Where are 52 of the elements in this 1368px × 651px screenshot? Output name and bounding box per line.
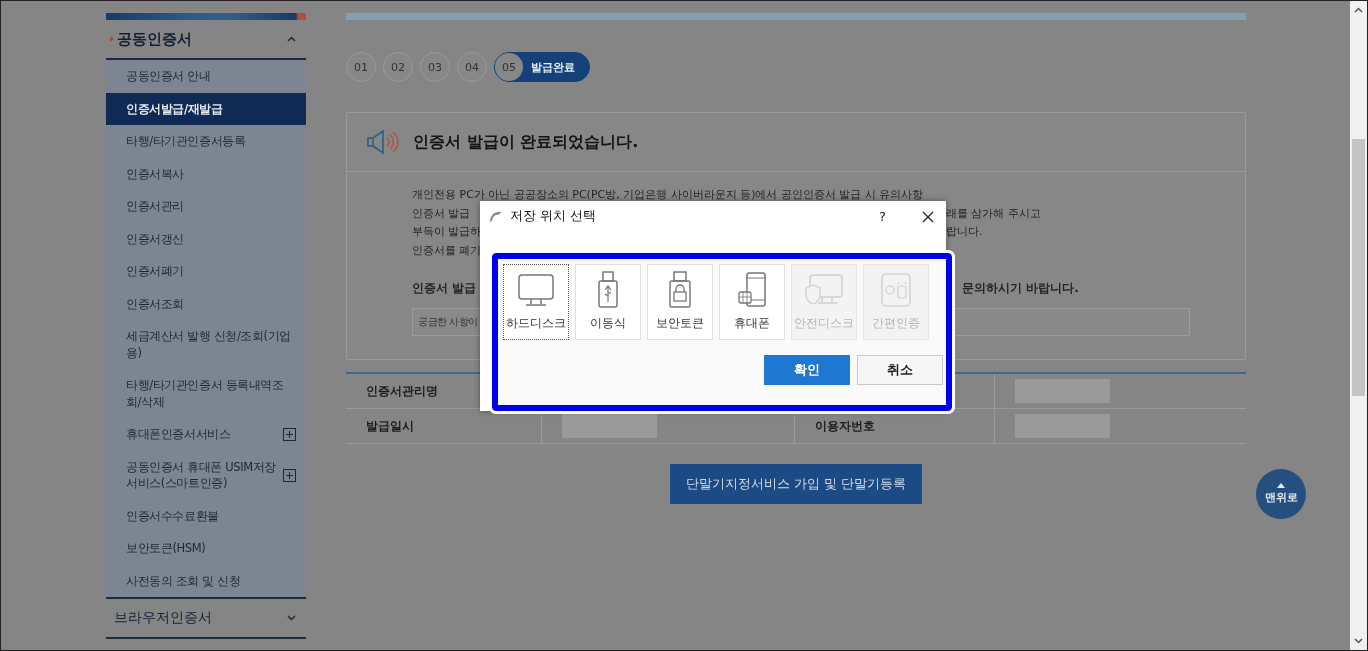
inquiry-text: 인증서 발급 xyxy=(412,280,478,297)
table-label: 발급일시 xyxy=(366,417,414,435)
step-indicator: 04 xyxy=(457,52,487,82)
storage-option[interactable]: 이동식 xyxy=(575,264,641,340)
step-indicator: 02 xyxy=(383,52,413,82)
sidebar-item[interactable]: 세금계산서 발행 신청/조회(기업용) xyxy=(106,320,306,369)
notice-text: 인증서를 폐기 xyxy=(412,242,482,259)
sidebar-item[interactable]: 보안토큰(HSM) xyxy=(106,532,306,565)
step-indicator: 03 xyxy=(420,52,450,82)
sidebar-item[interactable]: 인증서수수료환불 xyxy=(106,499,306,532)
section-title: 공동인증서 xyxy=(117,29,192,49)
inquiry-text: 문의하시기 바랍니다. xyxy=(962,280,1080,297)
sidebar-item[interactable]: 공동인증서 안내 xyxy=(106,60,306,93)
storage-option[interactable]: 휴대폰 xyxy=(719,264,785,340)
sidebar-item[interactable]: 공동인증서 휴대폰 USIM저장서비스(스마트인증) xyxy=(106,450,306,500)
notice-title: 인증서 발급이 완료되었습니다. xyxy=(413,131,639,153)
close-icon[interactable] xyxy=(922,210,934,223)
back-to-top-button[interactable]: 맨위로 xyxy=(1256,469,1306,519)
dialog-title: 저장 위치 선택 xyxy=(510,208,597,225)
notice-text: 래를 삼가해 주시고 xyxy=(946,205,1042,222)
sidebar-item[interactable]: 휴대폰인증서서비스 xyxy=(106,418,306,451)
arrow-up-icon xyxy=(1277,483,1285,488)
sidebar-item[interactable]: 타행/타기관인증서등록 xyxy=(106,125,306,158)
sidebar-item[interactable]: 인증서복사 xyxy=(106,157,306,190)
sidebar-item[interactable]: 인증서갱신 xyxy=(106,222,306,255)
sidebar-item[interactable]: 사전동의 조회 및 신청 xyxy=(106,564,306,597)
bullet-icon xyxy=(110,36,114,42)
table-label: 이용자번호 xyxy=(815,417,875,435)
sidebar-item[interactable]: 인증서관리 xyxy=(106,190,306,223)
notice-text: 인증서 발급 xyxy=(412,205,472,222)
step-caption: 발급완료 xyxy=(531,59,575,75)
table-label: 인증서관리명 xyxy=(366,382,438,400)
notice-text: 부득이 발급하 xyxy=(412,224,482,240)
help-button[interactable]: ? xyxy=(879,209,886,224)
scroll-up-icon[interactable] xyxy=(1354,7,1363,13)
notice-text: 개인전용 PC가 아닌 공공장소의 PC(PC방, 기업은행 사이버라운지 등)에서 공인인증서 발급 시 유의사항 xyxy=(412,187,925,203)
step-number: 05 xyxy=(495,53,523,81)
sidebar-item[interactable]: 타행/타기관인증서 등록내역조회/삭제 xyxy=(106,369,306,418)
step-indicator: 01 xyxy=(346,52,376,82)
sidebar-item[interactable]: 인증서조회 xyxy=(106,287,306,320)
scroll-down-icon[interactable] xyxy=(1354,638,1363,644)
sidebar-item[interactable]: 인증서발급/재발급 xyxy=(106,92,306,125)
storage-option[interactable]: 보안토큰 xyxy=(647,264,713,340)
speaker-icon xyxy=(367,129,401,155)
register-device-button[interactable]: 단말기지정서비스 가입 및 단말기등록 xyxy=(669,464,923,504)
scrollbar[interactable] xyxy=(1350,1,1367,650)
section-header[interactable]: 브라우저인증서 xyxy=(106,597,306,639)
confirm-button[interactable]: 확인 xyxy=(764,355,850,385)
cancel-button[interactable]: 취소 xyxy=(857,355,943,385)
sidebar-item[interactable]: 인증서폐기 xyxy=(106,255,306,288)
notice-text: 랍니다. xyxy=(946,224,984,240)
storage-option[interactable]: 하드디스크 xyxy=(503,264,569,340)
